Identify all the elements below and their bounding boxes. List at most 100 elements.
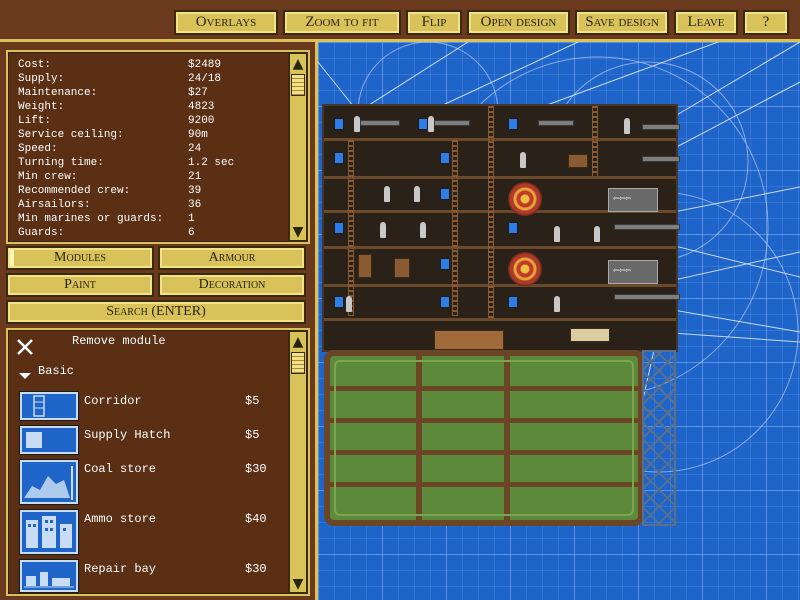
stats-scrollbar[interactable]: ▲ ▼ [288,52,308,242]
porthole [440,258,450,270]
module-name[interactable]: Ammo store [84,512,156,526]
stat-label: Weight: [18,101,65,113]
crew-member [420,222,426,238]
cannon [538,120,574,126]
deck [324,284,676,287]
porthole [508,296,518,308]
module-name[interactable]: Supply Hatch [84,428,170,442]
tab-modules[interactable]: Modules [6,246,154,270]
stat-label: Min crew: [18,171,78,183]
stat-value: 4823 [188,101,215,113]
stat-label: Min marines or guards: [18,213,164,225]
scroll-up-icon[interactable]: ▲ [290,56,306,72]
cannon [614,294,680,300]
support-scaffold [642,350,676,526]
porthole [334,118,344,130]
stat-value: 1 [188,213,195,225]
flip-button[interactable]: Flip [406,10,462,35]
stat-label: Recommended crew: [18,185,131,197]
search-button[interactable]: Search (ENTER) [6,300,306,324]
crew-member [384,186,390,202]
stat-value: 24 [188,143,202,155]
module-list-panel: Remove module Basic Corridor $5 Supply H… [6,328,310,596]
crew-member [554,296,560,312]
porthole [440,152,450,164]
boiler [508,182,542,216]
cannon [434,120,470,126]
tab-armour[interactable]: Armour [158,246,306,270]
tab-decoration[interactable]: Decoration [158,273,306,297]
gas-envelope[interactable] [324,350,644,526]
module-name[interactable]: Repair bay [84,562,156,576]
crew-member [520,152,526,168]
supply-hatch-icon[interactable] [20,426,78,454]
tab-paint[interactable]: Paint [6,273,154,297]
category-label[interactable]: Basic [38,364,74,378]
stat-label: Lift: [18,115,52,127]
module-list-scrollbar[interactable]: ▲ ▼ [288,330,308,594]
stat-label: Service ceiling: [18,129,124,141]
stat-value: 39 [188,185,202,197]
module-price: $30 [245,462,267,476]
table [570,328,610,342]
crew-member [346,296,352,312]
scroll-thumb[interactable] [291,352,305,374]
ammo-store-icon[interactable] [20,510,78,554]
zoom-to-fit-button[interactable]: Zoom to fit [283,10,401,35]
deck [324,176,676,179]
porthole [508,118,518,130]
deck [324,246,676,249]
repair-bay-icon[interactable] [20,560,78,592]
crew-member [414,186,420,202]
porthole [440,296,450,308]
module-price: $40 [245,512,267,526]
stat-label: Airsailors: [18,199,91,211]
crew-member [380,222,386,238]
scroll-thumb[interactable] [291,74,305,96]
coal-store-icon[interactable] [20,460,78,504]
railing [434,330,504,350]
porthole [418,118,428,130]
stat-value: 9200 [188,115,215,127]
stat-label: Supply: [18,73,65,85]
save-design-button[interactable]: Save design [575,10,669,35]
direction-sign [608,188,658,212]
module-name[interactable]: Corridor [84,394,142,408]
ship-stats-panel: Cost: $2489 Supply: 24/18 Maintenance: $27 Wei… [6,50,310,244]
porthole [508,222,518,234]
help-button[interactable]: ? [743,10,789,35]
scroll-up-icon[interactable]: ▲ [290,334,306,350]
design-canvas[interactable] [318,42,800,600]
stat-label: Maintenance: [18,87,98,99]
remove-module-icon[interactable] [16,338,34,356]
crate [358,254,372,278]
cannon [642,156,680,162]
chevron-down-icon[interactable] [18,368,32,379]
left-panel: Cost: $2489 Supply: 24/18 Maintenance: $27 Wei… [0,42,318,600]
crew-member [594,226,600,242]
overlays-button[interactable]: Overlays [174,10,278,35]
boiler [508,252,542,286]
crate [394,258,410,278]
stat-value: 1.2 sec [188,157,235,169]
module-price: $30 [245,562,267,576]
porthole [334,296,344,308]
scroll-down-icon[interactable]: ▼ [290,224,306,240]
gas-envelope-inner [334,360,634,516]
corridor-icon[interactable] [20,392,78,420]
cannon [614,224,680,230]
stat-label: Speed: [18,143,58,155]
leave-button[interactable]: Leave [674,10,738,35]
crate [568,154,588,168]
scroll-down-icon[interactable]: ▼ [290,576,306,592]
top-toolbar: Overlays Zoom to fit Flip Open design Sa… [0,0,800,42]
stat-value: 36 [188,199,202,211]
open-design-button[interactable]: Open design [467,10,570,35]
airship-gondola[interactable] [322,104,680,352]
remove-module-label[interactable]: Remove module [72,334,166,348]
cannon [360,120,400,126]
module-name[interactable]: Coal store [84,462,156,476]
ladder [452,140,458,316]
direction-sign [608,260,658,284]
deck [324,138,676,141]
